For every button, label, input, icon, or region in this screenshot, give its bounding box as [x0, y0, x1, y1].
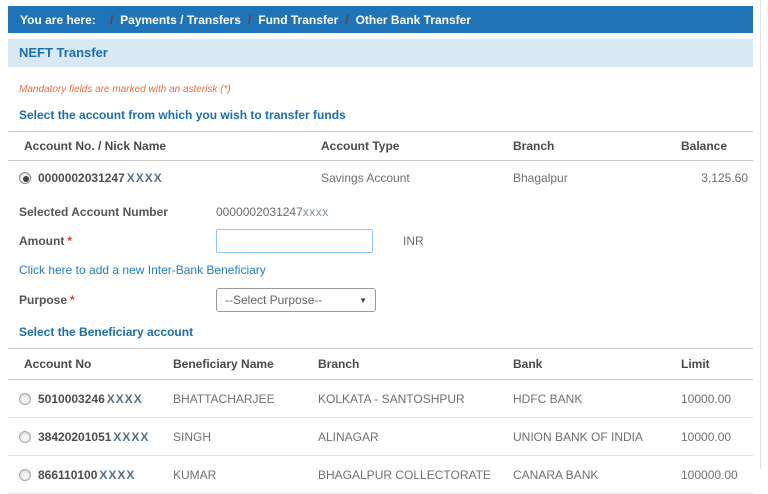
required-asterisk: * — [70, 293, 75, 307]
currency-label: INR — [403, 234, 424, 248]
account-cell: 0000002031247 XXXX — [8, 171, 321, 185]
branch-cell: ALINAGAR — [318, 429, 379, 444]
beneficiary-heading: Select the Beneficiary account — [19, 325, 194, 339]
column-header-balance: Balance — [681, 139, 728, 153]
selected-account-mask: xxxx — [302, 205, 329, 219]
breadcrumb-separator: / — [109, 12, 114, 27]
amount-input[interactable] — [216, 229, 373, 253]
column-header-account: Account No. / Nick Name — [24, 139, 167, 153]
account-number-mask: XXXX — [126, 171, 163, 185]
column-header-account-no: Account No — [24, 357, 92, 371]
beneficiary-radio[interactable] — [19, 468, 31, 481]
limit-cell: 100000.00 — [681, 467, 738, 482]
beneficiary-name-cell: SINGH — [173, 429, 212, 444]
amount-row: Amount * INR — [8, 229, 753, 253]
selected-account-label: Selected Account Number — [19, 205, 168, 219]
neft-panel: NEFT Transfer Mandatory fields are marke… — [8, 39, 753, 494]
branch-cell: KOLKATA - SANTOSHPUR — [318, 391, 465, 406]
beneficiary-row: 38420201051 XXXX SINGH ALINAGAR UNION BAN… — [8, 418, 753, 456]
page-title: NEFT Transfer — [8, 39, 753, 67]
column-header-branch: Branch — [318, 357, 360, 371]
account-cell: 38420201051 XXXX — [8, 430, 173, 444]
source-account-heading: Select the account from which you wish t… — [19, 108, 346, 122]
add-beneficiary-link[interactable]: Click here to add a new Inter-Bank Benef… — [19, 263, 266, 277]
beneficiary-row: 5010003246 XXXX BHATTACHARJEE KOLKATA - S… — [8, 380, 753, 418]
beneficiary-radio[interactable] — [19, 392, 31, 405]
source-account-table: Account No. / Nick Name Account Type Bra… — [8, 131, 753, 195]
bank-cell: HDFC BANK — [513, 391, 583, 406]
source-account-radio[interactable] — [19, 172, 31, 184]
source-account-row: 0000002031247 XXXX Savings Account Bhagal… — [8, 161, 753, 195]
branch-cell: Bhagalpur — [513, 171, 568, 185]
breadcrumb-item-payments-transfers[interactable]: Payments / Transfers — [120, 13, 241, 27]
beneficiary-name-cell: BHATTACHARJEE — [173, 391, 275, 406]
table-header-row: Account No Beneficiary Name Branch Bank … — [8, 348, 753, 380]
account-type-cell: Savings Account — [321, 171, 410, 185]
purpose-selected-value: --Select Purpose-- — [225, 293, 323, 307]
selected-account-row: Selected Account Number 0000002031247xxx… — [8, 205, 753, 219]
column-header-account-type: Account Type — [321, 139, 400, 153]
bank-cell: UNION BANK OF INDIA — [513, 429, 644, 444]
breadcrumb-item-other-bank-transfer[interactable]: Other Bank Transfer — [356, 13, 471, 27]
breadcrumb-separator: / — [345, 12, 349, 27]
mandatory-note: Mandatory fields are marked with an aste… — [19, 84, 231, 95]
limit-cell: 10000.00 — [681, 429, 732, 444]
branch-cell: BHAGALPUR COLLECTORATE — [318, 467, 491, 482]
beneficiary-row: 866110100 XXXX KUMAR BHAGALPUR COLLECTORA… — [8, 456, 753, 494]
account-cell: 5010003246 XXXX — [8, 392, 173, 406]
purpose-label: Purpose * — [19, 293, 75, 307]
beneficiary-table: Account No Beneficiary Name Branch Bank … — [8, 348, 753, 494]
breadcrumb-item-fund-transfer[interactable]: Fund Transfer — [258, 13, 338, 27]
balance-cell: 3,125.60 — [701, 171, 748, 185]
chevron-down-icon: ▼ — [359, 295, 367, 305]
neft-transfer-page: You are here: / Payments / Transfers / F… — [8, 6, 753, 494]
table-header-row: Account No. / Nick Name Account Type Bra… — [8, 131, 753, 161]
purpose-select[interactable]: --Select Purpose-- ▼ — [216, 288, 376, 312]
breadcrumb-separator: / — [247, 12, 252, 27]
beneficiary-radio[interactable] — [19, 430, 31, 443]
bank-cell: CANARA BANK — [513, 467, 599, 482]
page-edge-divider — [760, 0, 761, 469]
amount-label: Amount * — [19, 234, 72, 248]
limit-cell: 10000.00 — [681, 391, 732, 406]
breadcrumb: You are here: / Payments / Transfers / F… — [8, 6, 753, 33]
breadcrumb-prefix: You are here: — [20, 12, 96, 27]
purpose-row: Purpose * --Select Purpose-- ▼ — [8, 288, 753, 312]
column-header-branch: Branch — [513, 139, 555, 153]
beneficiary-name-cell: KUMAR — [173, 467, 217, 482]
required-asterisk: * — [67, 234, 72, 248]
selected-account-value: 0000002031247xxxx — [216, 205, 329, 219]
account-cell: 866110100 XXXX — [8, 468, 173, 482]
account-number: 0000002031247 — [38, 171, 125, 185]
column-header-bank: Bank — [513, 357, 543, 371]
column-header-beneficiary-name: Beneficiary Name — [173, 357, 274, 371]
column-header-limit: Limit — [681, 357, 710, 371]
